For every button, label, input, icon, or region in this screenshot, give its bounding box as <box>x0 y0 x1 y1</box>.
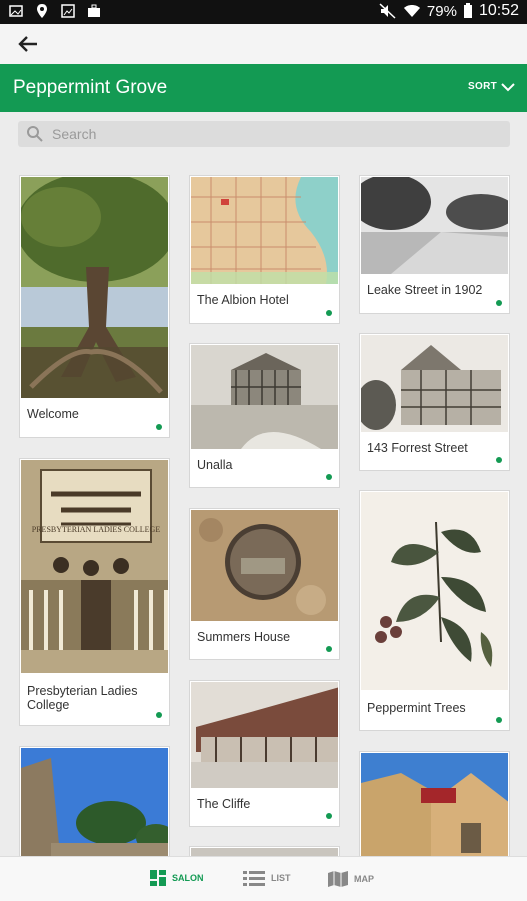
gallery-card-presbyterian-ladies-college[interactable]: PRESBYTERIAN LADIES COLLEGE Presbyterian… <box>19 458 170 726</box>
sort-label: SORT <box>468 81 497 92</box>
gallery-card-river-view[interactable] <box>19 746 170 866</box>
gallery-card-shop-building[interactable] <box>359 751 510 866</box>
plaque-image <box>191 510 338 621</box>
card-caption: Peppermint Trees <box>367 701 466 715</box>
shop-building-image <box>361 753 508 866</box>
sort-button[interactable]: SORT <box>468 81 515 92</box>
card-image <box>361 492 508 690</box>
tab-salon[interactable]: SALON <box>150 870 204 886</box>
page-title: Peppermint Grove <box>13 77 168 98</box>
card-image <box>191 345 338 449</box>
card-image <box>21 748 168 866</box>
card-caption: The Albion Hotel <box>197 293 289 307</box>
forrest-street-house-image <box>361 335 508 432</box>
college-sign-photo-image: PRESBYTERIAN LADIES COLLEGE <box>21 460 168 673</box>
cliffe-house-image <box>191 682 338 788</box>
bottom-tab-bar: SALON LIST MAP <box>0 856 527 901</box>
unalla-house-image <box>191 345 338 449</box>
search-icon <box>27 126 43 142</box>
status-dot <box>496 717 502 723</box>
card-caption: Summers House <box>197 630 291 644</box>
search-input[interactable]: Search <box>18 121 510 147</box>
status-dot <box>496 300 502 306</box>
gallery-card-summers-house[interactable]: Summers House <box>189 508 340 660</box>
status-bar: 79% 10:52 <box>0 0 527 24</box>
gallery-card-leake-street[interactable]: Leake Street in 1902 <box>359 175 510 314</box>
status-dot <box>326 813 332 819</box>
gallery-card-welcome[interactable]: Welcome <box>19 175 170 438</box>
battery-percent: 79% <box>426 2 457 20</box>
briefcase-icon <box>88 4 100 17</box>
back-button[interactable] <box>14 30 42 58</box>
gallery-card-143-forrest-street[interactable]: 143 Forrest Street <box>359 333 510 471</box>
chevron-down-icon <box>501 82 515 91</box>
card-image <box>21 177 168 398</box>
wifi-icon <box>403 5 420 17</box>
tab-label: LIST <box>271 873 291 883</box>
notification-icons <box>8 3 102 19</box>
status-dot <box>156 712 162 718</box>
gallery-icon <box>9 5 23 17</box>
tree-photo-image <box>21 177 168 398</box>
card-caption: Welcome <box>27 407 79 421</box>
card-caption: 143 Forrest Street <box>367 441 468 455</box>
grid-icon <box>150 870 166 886</box>
image-icon <box>61 4 75 18</box>
mute-icon <box>379 3 396 19</box>
leake-street-image <box>361 177 508 274</box>
card-caption: Presbyterian Ladies College <box>27 684 138 712</box>
card-image <box>191 682 338 788</box>
back-arrow-icon <box>18 36 37 52</box>
location-icon <box>37 4 47 18</box>
card-image <box>361 335 508 432</box>
status-dot <box>496 457 502 463</box>
status-dot <box>326 646 332 652</box>
tab-list[interactable]: LIST <box>243 870 291 886</box>
title-bar: Peppermint Grove SORT <box>0 64 527 112</box>
card-image <box>361 177 508 274</box>
gallery-card-albion-hotel[interactable]: The Albion Hotel <box>189 175 340 324</box>
card-image: PRESBYTERIAN LADIES COLLEGE <box>21 460 168 673</box>
card-caption: Leake Street in 1902 <box>367 283 483 297</box>
clock: 10:52 <box>478 2 519 19</box>
river-photo-image <box>21 748 168 866</box>
card-image <box>191 177 338 284</box>
tab-map[interactable]: MAP <box>328 870 374 888</box>
sign-text: PRESBYTERIAN LADIES COLLEGE <box>32 525 161 534</box>
card-caption: The Cliffe <box>197 797 251 811</box>
card-image <box>191 510 338 621</box>
status-dot <box>326 474 332 480</box>
top-bar <box>0 24 527 64</box>
status-dot <box>326 310 332 316</box>
botanical-drawing-image <box>361 492 508 690</box>
tab-label: SALON <box>172 873 204 883</box>
battery-icon <box>463 3 472 18</box>
card-caption: Unalla <box>197 458 233 472</box>
gallery-card-the-cliffe[interactable]: The Cliffe <box>189 680 340 827</box>
gallery-card-peppermint-trees[interactable]: Peppermint Trees <box>359 490 510 731</box>
map-image <box>191 177 338 284</box>
card-image <box>361 753 508 866</box>
tab-label: MAP <box>354 874 374 884</box>
map-icon <box>328 871 348 887</box>
search-placeholder: Search <box>52 126 97 142</box>
status-dot <box>156 424 162 430</box>
list-icon <box>243 871 265 886</box>
gallery-card-unalla[interactable]: Unalla <box>189 343 340 488</box>
